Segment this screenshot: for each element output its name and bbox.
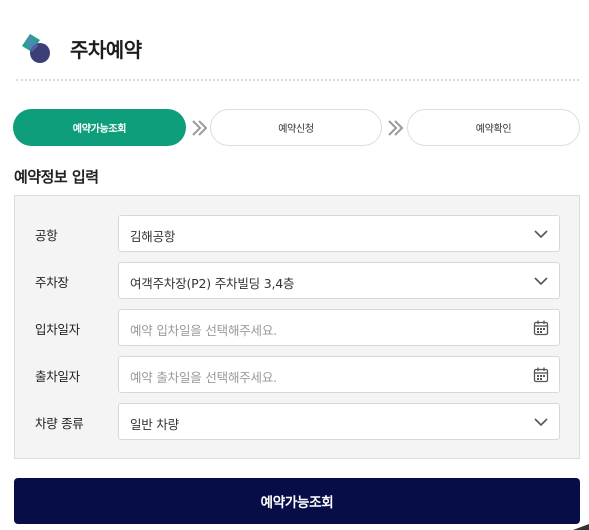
entry-date-input[interactable]: 예약 입차일을 선택해주세요. [118,309,560,346]
chevron-down-icon [534,277,548,286]
step-availability[interactable]: 예약가능조회 [13,109,186,146]
airport-label: 공항 [35,228,58,243]
brand-logo-icon [22,34,50,63]
calendar-icon[interactable] [532,319,550,337]
airport-value: 김해공항 [130,229,176,244]
page-title: 주차예약 [70,37,142,62]
vehicle-row: 차량 종류 일반 차량 [15,403,579,441]
airport-row: 공항 김해공항 [15,215,579,253]
reservation-form: 공항 김해공항 주차장 여객주차장(P2) 주차빌딩 3,4층 입차일자 예약 … [14,195,580,459]
calendar-icon[interactable] [532,366,550,384]
airport-select[interactable]: 김해공항 [118,215,560,252]
corner-decoration [573,524,589,530]
step-application[interactable]: 예약신청 [210,109,382,146]
vehicle-value: 일반 차량 [130,417,179,432]
double-chevron-right-icon [192,120,208,136]
check-availability-button[interactable]: 예약가능조회 [14,478,580,524]
chevron-down-icon [534,418,548,427]
entry-date-label: 입차일자 [35,322,80,337]
section-title: 예약정보 입력 [14,168,99,186]
chevron-down-icon [534,230,548,239]
header-divider [16,79,579,81]
step-confirmation[interactable]: 예약확인 [407,109,580,146]
parking-value: 여객주차장(P2) 주차빌딩 3,4층 [130,276,295,291]
vehicle-label: 차량 종류 [35,416,84,431]
exit-date-placeholder: 예약 출차일을 선택해주세요. [130,370,277,385]
step-indicator: 예약가능조회 예약신청 예약확인 [13,109,580,146]
entry-date-placeholder: 예약 입차일을 선택해주세요. [130,323,277,338]
vehicle-select[interactable]: 일반 차량 [118,403,560,440]
parking-label: 주차장 [35,275,69,290]
entry-date-row: 입차일자 예약 입차일을 선택해주세요. [15,309,579,347]
parking-select[interactable]: 여객주차장(P2) 주차빌딩 3,4층 [118,262,560,299]
exit-date-row: 출차일자 예약 출차일을 선택해주세요. [15,356,579,394]
exit-date-input[interactable]: 예약 출차일을 선택해주세요. [118,356,560,393]
double-chevron-right-icon [388,120,404,136]
exit-date-label: 출차일자 [35,369,80,384]
parking-row: 주차장 여객주차장(P2) 주차빌딩 3,4층 [15,262,579,300]
page-header: 주차예약 [16,28,142,68]
